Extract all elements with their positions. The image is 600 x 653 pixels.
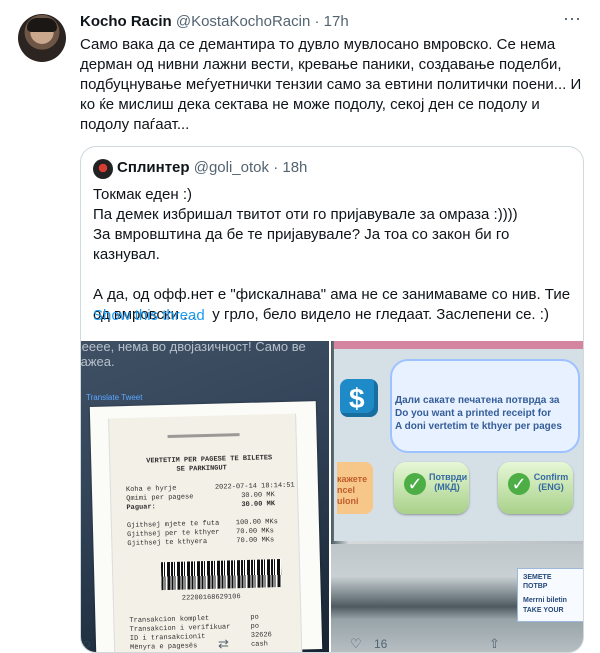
tweet-author-name[interactable]: Kocho Racin — [80, 13, 172, 30]
kiosk-screen-top — [334, 341, 583, 349]
receipt-title-1: VERTETIM PER PAGESE TE BILETES — [146, 454, 273, 466]
sticker-line-1: ЗЕМЕТЕ — [523, 574, 552, 581]
quoted-tweet-text: Токмак еден :) Па демек избришал твитот … — [93, 186, 571, 323]
tweet-author-handle[interactable]: @KostaKochoRacin — [176, 13, 310, 30]
receipt-transaction-2-value: po — [250, 622, 260, 631]
photo-overlay-text: Еееее, нема во двојазичност! Само ве лаж… — [81, 341, 306, 369]
receipt-amount-label: Qmimi per pagese — [126, 493, 194, 504]
receipt-entry-label: Koha e hyrje — [125, 484, 177, 495]
tweet-media-grid[interactable]: Еееее, нема во двојазичност! Само ве лаж… — [81, 341, 583, 652]
kiosk-screen: $ Дали сакате печатена потврда за Do you… — [334, 341, 583, 541]
cancel-button-text-mk: кажете — [337, 474, 368, 484]
confirm-mkd-button: ✓ Потврди (МКД) — [394, 462, 469, 514]
cancel-button-text-en: ncel — [337, 485, 356, 495]
barcode-number: 22200168629106 — [181, 593, 241, 603]
translate-tweet-link: Translate Tweet — [86, 393, 143, 402]
receipt-transaction-1-value: po — [250, 613, 259, 622]
quoted-tweet-avatar[interactable] — [93, 159, 113, 179]
receipt-paid-label: Paguar: — [126, 503, 156, 513]
quoted-separator: · — [273, 159, 279, 176]
receipt-title-2: SE PARKINGUT — [176, 464, 227, 474]
check-icon: ✓ — [404, 473, 426, 495]
receipt-transaction-2: Transakcion i verifikuar — [129, 623, 231, 635]
tweet-avatar[interactable] — [18, 14, 66, 62]
kiosk-prompt-sq: A doni vertetim te kthyer per pages — [395, 421, 562, 432]
more-icon[interactable]: ⋯ — [562, 10, 582, 32]
check-icon: ✓ — [508, 473, 530, 495]
confirm-eng-button: ✓ Confirm (ENG) — [498, 462, 573, 514]
quoted-tweet-header: Сплинтер @goli_otok · 18h — [117, 159, 307, 176]
kiosk-prompt-en: Do you want a printed receipt for — [395, 408, 552, 419]
tweet-text: Само вака да се демантира то дувло мувло… — [80, 36, 586, 133]
receipt-entry-value: 2022-07-14 18:14:51 — [214, 481, 295, 492]
kiosk-photo[interactable]: $ Дали сакате печатена потврда за Do you… — [331, 341, 583, 652]
receipt-total-3-value: 70.00 MKs — [236, 536, 275, 546]
ticket-sticker: ЗЕМЕТЕ ПОТВР Merrni biletin TAKE YOUR — [517, 568, 583, 622]
confirm-eng-label: Confirm (ENG) — [533, 472, 569, 492]
quoted-tweet[interactable]: Сплинтер @goli_otok · 18h Токмак еден :)… — [80, 146, 584, 653]
quoted-time[interactable]: 18h — [282, 159, 307, 176]
tweet-header: Kocho Racin @KostaKochoRacin · 17h — [80, 13, 600, 35]
show-thread-link[interactable]: Show this thread — [93, 307, 205, 324]
receipt-amount-value: 30.00 MK — [241, 491, 275, 501]
tweet-separator: · — [314, 13, 320, 30]
receipt-total-2-value: 70.00 MKs — [236, 527, 275, 537]
sticker-line-3: Merrni biletin — [523, 597, 567, 604]
confirm-mkd-label: Потврди (МКД) — [429, 472, 468, 492]
receipt-total-1-value: 100.00 MKs — [235, 518, 278, 528]
dollar-icon: $ — [349, 383, 365, 414]
receipt-logo-line — [167, 433, 240, 438]
receipt-total-3-label: Gjithsej te kthyera — [127, 537, 208, 549]
quoted-author-name[interactable]: Сплинтер — [117, 159, 190, 176]
money-icon: $ — [340, 379, 378, 417]
receipt-paid-value: 30.00 MK — [241, 500, 276, 510]
avatar-hair — [27, 18, 57, 32]
receipt: VERTETIM PER PAGESE TE BILETES SE PARKIN… — [89, 401, 323, 652]
sticker-line-4: TAKE YOUR — [523, 607, 564, 614]
barcode — [160, 559, 282, 591]
receipt-photo[interactable]: Еееее, нема во двојазичност! Само ве лаж… — [81, 341, 329, 652]
receipt-paper: VERTETIM PER PAGESE TE BILETES SE PARKIN… — [108, 413, 303, 652]
tweet-time[interactable]: 17h — [324, 13, 349, 30]
sticker-line-2: ПОТВР — [523, 583, 548, 590]
tweet-actions: ◌ ⇄ ♡ 16 ⇧ — [0, 636, 600, 651]
kiosk-prompt-mk: Дали сакате печатена потврда за — [395, 395, 560, 406]
quoted-author-handle[interactable]: @goli_otok — [194, 159, 269, 176]
like-count: 16 — [374, 637, 388, 651]
reply-icon[interactable]: ◌ — [83, 636, 91, 651]
cancel-button-text-sq: uloni — [337, 496, 359, 506]
